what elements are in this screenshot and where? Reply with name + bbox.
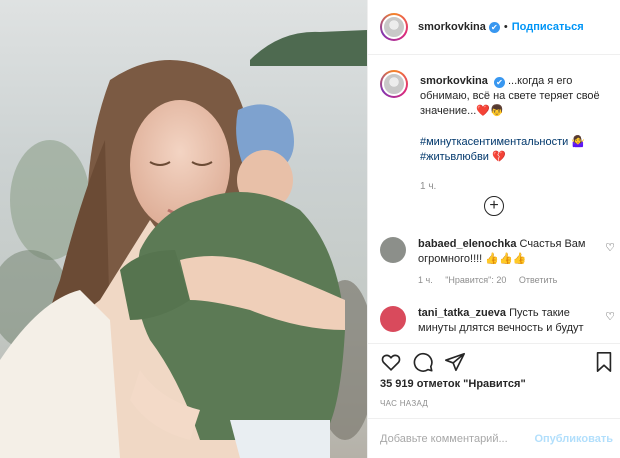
load-more-comments-button[interactable]: + <box>484 196 504 216</box>
verified-badge-icon: ✔ <box>488 21 500 33</box>
caption-author-avatar[interactable] <box>380 70 408 98</box>
post-header: smorkovkina ✔ • Подписаться <box>368 0 620 55</box>
hashtag-link-1[interactable]: #минуткасентиментальности <box>420 136 568 148</box>
bookmark-icon[interactable] <box>594 351 614 373</box>
post-timestamp: ЧАС НАЗАД <box>380 399 429 408</box>
comments-scroll-area[interactable]: smorkovkina ✔ ...когда я его обнимаю, вс… <box>368 56 620 342</box>
separator-dot: • <box>503 21 508 33</box>
comment-body: babaed_elenochka Счастья Вам огромного!!… <box>418 237 588 288</box>
commenter-username[interactable]: tani_tatka_zueva <box>418 307 506 319</box>
caption-author-avatar-image <box>382 72 406 96</box>
caption-username[interactable]: smorkovkina <box>420 75 488 87</box>
author-username[interactable]: smorkovkina <box>418 21 486 33</box>
caption-emoji: ❤️👦 <box>476 105 504 117</box>
hashtag-line-2: #житьвлюбви 💔 <box>420 150 616 165</box>
author-avatar[interactable] <box>380 13 408 41</box>
comment-input[interactable]: Добавьте комментарий... <box>380 433 508 445</box>
commenter-avatar[interactable] <box>380 237 406 263</box>
caption-body: smorkovkina ✔ ...когда я его обнимаю, вс… <box>420 74 616 194</box>
reply-button[interactable]: Ответить <box>519 275 557 285</box>
heart-icon[interactable] <box>380 351 402 373</box>
caption-verified-badge-icon: ✔ <box>493 77 505 88</box>
comment-meta: 1 ч. "Нравится": 20 Ответить <box>418 273 588 288</box>
share-icon[interactable] <box>444 351 466 373</box>
caption-spacer-2 <box>420 165 616 179</box>
commenter-avatar[interactable] <box>380 306 406 332</box>
follow-button[interactable]: Подписаться <box>512 21 584 33</box>
caption-age: 1 ч. <box>420 181 437 192</box>
instagram-post-modal: smorkovkina ✔ • Подписаться smorkovkina … <box>0 0 620 458</box>
photo-illustration <box>0 0 367 458</box>
post-photo[interactable] <box>0 0 367 458</box>
comment-body: tani_tatka_zueva Пусть такие минуты длят… <box>418 306 588 336</box>
comment-like-heart-icon[interactable]: ♡ <box>605 310 615 323</box>
comment-like-heart-icon[interactable]: ♡ <box>605 241 615 254</box>
hashtag2-emoji: 💔 <box>492 151 506 163</box>
author-avatar-image <box>382 15 406 39</box>
add-comment-bar: Добавьте комментарий... Опубликовать <box>368 418 620 458</box>
likes-count[interactable]: 35 919 отметок "Нравится" <box>380 378 526 390</box>
commenter-username[interactable]: babaed_elenochka <box>418 238 516 250</box>
hashtag-line-1: #минуткасентиментальности 🤷‍♀️ <box>420 135 616 150</box>
comment-likes[interactable]: "Нравится": 20 <box>445 275 506 285</box>
post-side-panel: smorkovkina ✔ • Подписаться smorkovkina … <box>367 0 620 458</box>
action-icons-row <box>380 351 612 375</box>
hashtag1-emoji: 🤷‍♀️ <box>571 136 586 148</box>
hashtag-link-2[interactable]: #житьвлюбви <box>420 151 489 163</box>
post-actions: 35 919 отметок "Нравится" ЧАС НАЗАД <box>368 343 620 413</box>
comment-age: 1 ч. <box>418 275 433 285</box>
publish-button[interactable]: Опубликовать <box>534 433 613 445</box>
comment-icon[interactable] <box>412 351 434 373</box>
